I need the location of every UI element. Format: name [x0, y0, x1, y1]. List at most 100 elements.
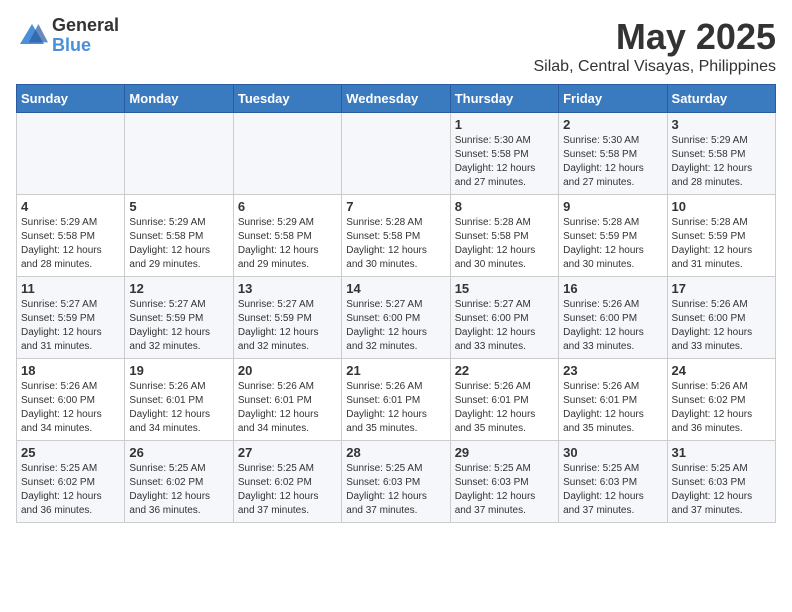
- day-info: Sunrise: 5:29 AM Sunset: 5:58 PM Dayligh…: [129, 216, 228, 272]
- day-info: Sunrise: 5:27 AM Sunset: 6:00 PM Dayligh…: [455, 298, 554, 354]
- calendar-cell: 18 Sunrise: 5:26 AM Sunset: 6:00 PM Dayli…: [17, 359, 125, 441]
- day-info: Sunrise: 5:26 AM Sunset: 6:02 PM Dayligh…: [672, 380, 771, 436]
- calendar-week-4: 18 Sunrise: 5:26 AM Sunset: 6:00 PM Dayli…: [17, 359, 776, 441]
- calendar-week-2: 4Sunrise: 5:29 AM Sunset: 5:58 PM Daylig…: [17, 195, 776, 277]
- calendar-cell: 8Sunrise: 5:28 AM Sunset: 5:58 PM Daylig…: [450, 195, 558, 277]
- calendar-cell: 11 Sunrise: 5:27 AM Sunset: 5:59 PM Dayli…: [17, 277, 125, 359]
- day-info: Sunrise: 5:26 AM Sunset: 6:01 PM Dayligh…: [129, 380, 228, 436]
- subtitle: Silab, Central Visayas, Philippines: [534, 58, 777, 76]
- calendar-week-1: 1 Sunrise: 5:30 AM Sunset: 5:58 PM Daylig…: [17, 113, 776, 195]
- calendar-cell: 19 Sunrise: 5:26 AM Sunset: 6:01 PM Dayli…: [125, 359, 233, 441]
- calendar-cell: 21 Sunrise: 5:26 AM Sunset: 6:01 PM Dayli…: [342, 359, 450, 441]
- day-number: 16: [563, 281, 662, 296]
- day-header-tuesday: Tuesday: [233, 85, 341, 113]
- day-info: Sunrise: 5:25 AM Sunset: 6:03 PM Dayligh…: [455, 462, 554, 518]
- calendar-cell: 15 Sunrise: 5:27 AM Sunset: 6:00 PM Dayli…: [450, 277, 558, 359]
- day-number: 17: [672, 281, 771, 296]
- logo-blue: Blue: [52, 36, 119, 56]
- day-number: 10: [672, 199, 771, 214]
- day-info: Sunrise: 5:25 AM Sunset: 6:03 PM Dayligh…: [672, 462, 771, 518]
- day-info: Sunrise: 5:27 AM Sunset: 5:59 PM Dayligh…: [129, 298, 228, 354]
- day-info: Sunrise: 5:26 AM Sunset: 6:00 PM Dayligh…: [563, 298, 662, 354]
- day-info: Sunrise: 5:28 AM Sunset: 5:59 PM Dayligh…: [672, 216, 771, 272]
- day-number: 11: [21, 281, 120, 296]
- calendar-cell: 12 Sunrise: 5:27 AM Sunset: 5:59 PM Dayli…: [125, 277, 233, 359]
- calendar-cell: 5 Sunrise: 5:29 AM Sunset: 5:58 PM Daylig…: [125, 195, 233, 277]
- day-number: 15: [455, 281, 554, 296]
- day-number: 20: [238, 363, 337, 378]
- day-number: 2: [563, 117, 662, 132]
- day-number: 1: [455, 117, 554, 132]
- day-number: 3: [672, 117, 771, 132]
- day-header-saturday: Saturday: [667, 85, 775, 113]
- calendar-cell: 26Sunrise: 5:25 AM Sunset: 6:02 PM Dayli…: [125, 441, 233, 523]
- day-info: Sunrise: 5:25 AM Sunset: 6:02 PM Dayligh…: [129, 462, 228, 518]
- day-info: Sunrise: 5:26 AM Sunset: 6:01 PM Dayligh…: [346, 380, 445, 436]
- day-number: 21: [346, 363, 445, 378]
- day-number: 9: [563, 199, 662, 214]
- calendar-cell: [17, 113, 125, 195]
- calendar-cell: [233, 113, 341, 195]
- calendar-cell: [342, 113, 450, 195]
- day-info: Sunrise: 5:26 AM Sunset: 6:01 PM Dayligh…: [563, 380, 662, 436]
- day-header-monday: Monday: [125, 85, 233, 113]
- calendar-cell: 9Sunrise: 5:28 AM Sunset: 5:59 PM Daylig…: [559, 195, 667, 277]
- day-info: Sunrise: 5:26 AM Sunset: 6:00 PM Dayligh…: [672, 298, 771, 354]
- day-info: Sunrise: 5:26 AM Sunset: 6:00 PM Dayligh…: [21, 380, 120, 436]
- day-number: 24: [672, 363, 771, 378]
- day-number: 27: [238, 445, 337, 460]
- calendar-cell: 13 Sunrise: 5:27 AM Sunset: 5:59 PM Dayli…: [233, 277, 341, 359]
- day-info: Sunrise: 5:26 AM Sunset: 6:01 PM Dayligh…: [238, 380, 337, 436]
- day-info: Sunrise: 5:25 AM Sunset: 6:03 PM Dayligh…: [563, 462, 662, 518]
- day-number: 7: [346, 199, 445, 214]
- calendar-cell: 17 Sunrise: 5:26 AM Sunset: 6:00 PM Dayli…: [667, 277, 775, 359]
- logo-icon: [16, 20, 48, 52]
- calendar-cell: 20 Sunrise: 5:26 AM Sunset: 6:01 PM Dayli…: [233, 359, 341, 441]
- day-info: Sunrise: 5:25 AM Sunset: 6:02 PM Dayligh…: [21, 462, 120, 518]
- calendar-cell: 6Sunrise: 5:29 AM Sunset: 5:58 PM Daylig…: [233, 195, 341, 277]
- calendar-cell: 25Sunrise: 5:25 AM Sunset: 6:02 PM Dayli…: [17, 441, 125, 523]
- page-header: General Blue May 2025 Silab, Central Vis…: [16, 16, 776, 76]
- day-info: Sunrise: 5:30 AM Sunset: 5:58 PM Dayligh…: [455, 134, 554, 190]
- day-info: Sunrise: 5:29 AM Sunset: 5:58 PM Dayligh…: [238, 216, 337, 272]
- day-number: 29: [455, 445, 554, 460]
- day-number: 18: [21, 363, 120, 378]
- day-number: 30: [563, 445, 662, 460]
- day-info: Sunrise: 5:25 AM Sunset: 6:02 PM Dayligh…: [238, 462, 337, 518]
- calendar-cell: 3 Sunrise: 5:29 AM Sunset: 5:58 PM Daylig…: [667, 113, 775, 195]
- day-header-thursday: Thursday: [450, 85, 558, 113]
- calendar-cell: 22Sunrise: 5:26 AM Sunset: 6:01 PM Dayli…: [450, 359, 558, 441]
- calendar-cell: 4Sunrise: 5:29 AM Sunset: 5:58 PM Daylig…: [17, 195, 125, 277]
- calendar-week-5: 25Sunrise: 5:25 AM Sunset: 6:02 PM Dayli…: [17, 441, 776, 523]
- logo: General Blue: [16, 16, 119, 56]
- day-number: 8: [455, 199, 554, 214]
- calendar-header-row: SundayMondayTuesdayWednesdayThursdayFrid…: [17, 85, 776, 113]
- day-number: 5: [129, 199, 228, 214]
- logo-general: General: [52, 16, 119, 36]
- day-info: Sunrise: 5:29 AM Sunset: 5:58 PM Dayligh…: [672, 134, 771, 190]
- day-number: 14: [346, 281, 445, 296]
- calendar-cell: 14Sunrise: 5:27 AM Sunset: 6:00 PM Dayli…: [342, 277, 450, 359]
- day-info: Sunrise: 5:27 AM Sunset: 5:59 PM Dayligh…: [21, 298, 120, 354]
- day-header-sunday: Sunday: [17, 85, 125, 113]
- title-block: May 2025 Silab, Central Visayas, Philipp…: [534, 16, 777, 76]
- main-title: May 2025: [534, 16, 777, 58]
- day-number: 12: [129, 281, 228, 296]
- day-number: 23: [563, 363, 662, 378]
- logo-text: General Blue: [52, 16, 119, 56]
- day-info: Sunrise: 5:25 AM Sunset: 6:03 PM Dayligh…: [346, 462, 445, 518]
- day-number: 31: [672, 445, 771, 460]
- day-info: Sunrise: 5:27 AM Sunset: 5:59 PM Dayligh…: [238, 298, 337, 354]
- day-number: 19: [129, 363, 228, 378]
- calendar-cell: 29 Sunrise: 5:25 AM Sunset: 6:03 PM Dayli…: [450, 441, 558, 523]
- calendar-cell: 1 Sunrise: 5:30 AM Sunset: 5:58 PM Daylig…: [450, 113, 558, 195]
- day-number: 13: [238, 281, 337, 296]
- calendar-cell: [125, 113, 233, 195]
- calendar-cell: 10 Sunrise: 5:28 AM Sunset: 5:59 PM Dayli…: [667, 195, 775, 277]
- calendar-cell: 23 Sunrise: 5:26 AM Sunset: 6:01 PM Dayli…: [559, 359, 667, 441]
- calendar-cell: 24 Sunrise: 5:26 AM Sunset: 6:02 PM Dayli…: [667, 359, 775, 441]
- day-info: Sunrise: 5:28 AM Sunset: 5:58 PM Dayligh…: [346, 216, 445, 272]
- calendar-cell: 30 Sunrise: 5:25 AM Sunset: 6:03 PM Dayli…: [559, 441, 667, 523]
- day-info: Sunrise: 5:30 AM Sunset: 5:58 PM Dayligh…: [563, 134, 662, 190]
- calendar-cell: 2 Sunrise: 5:30 AM Sunset: 5:58 PM Daylig…: [559, 113, 667, 195]
